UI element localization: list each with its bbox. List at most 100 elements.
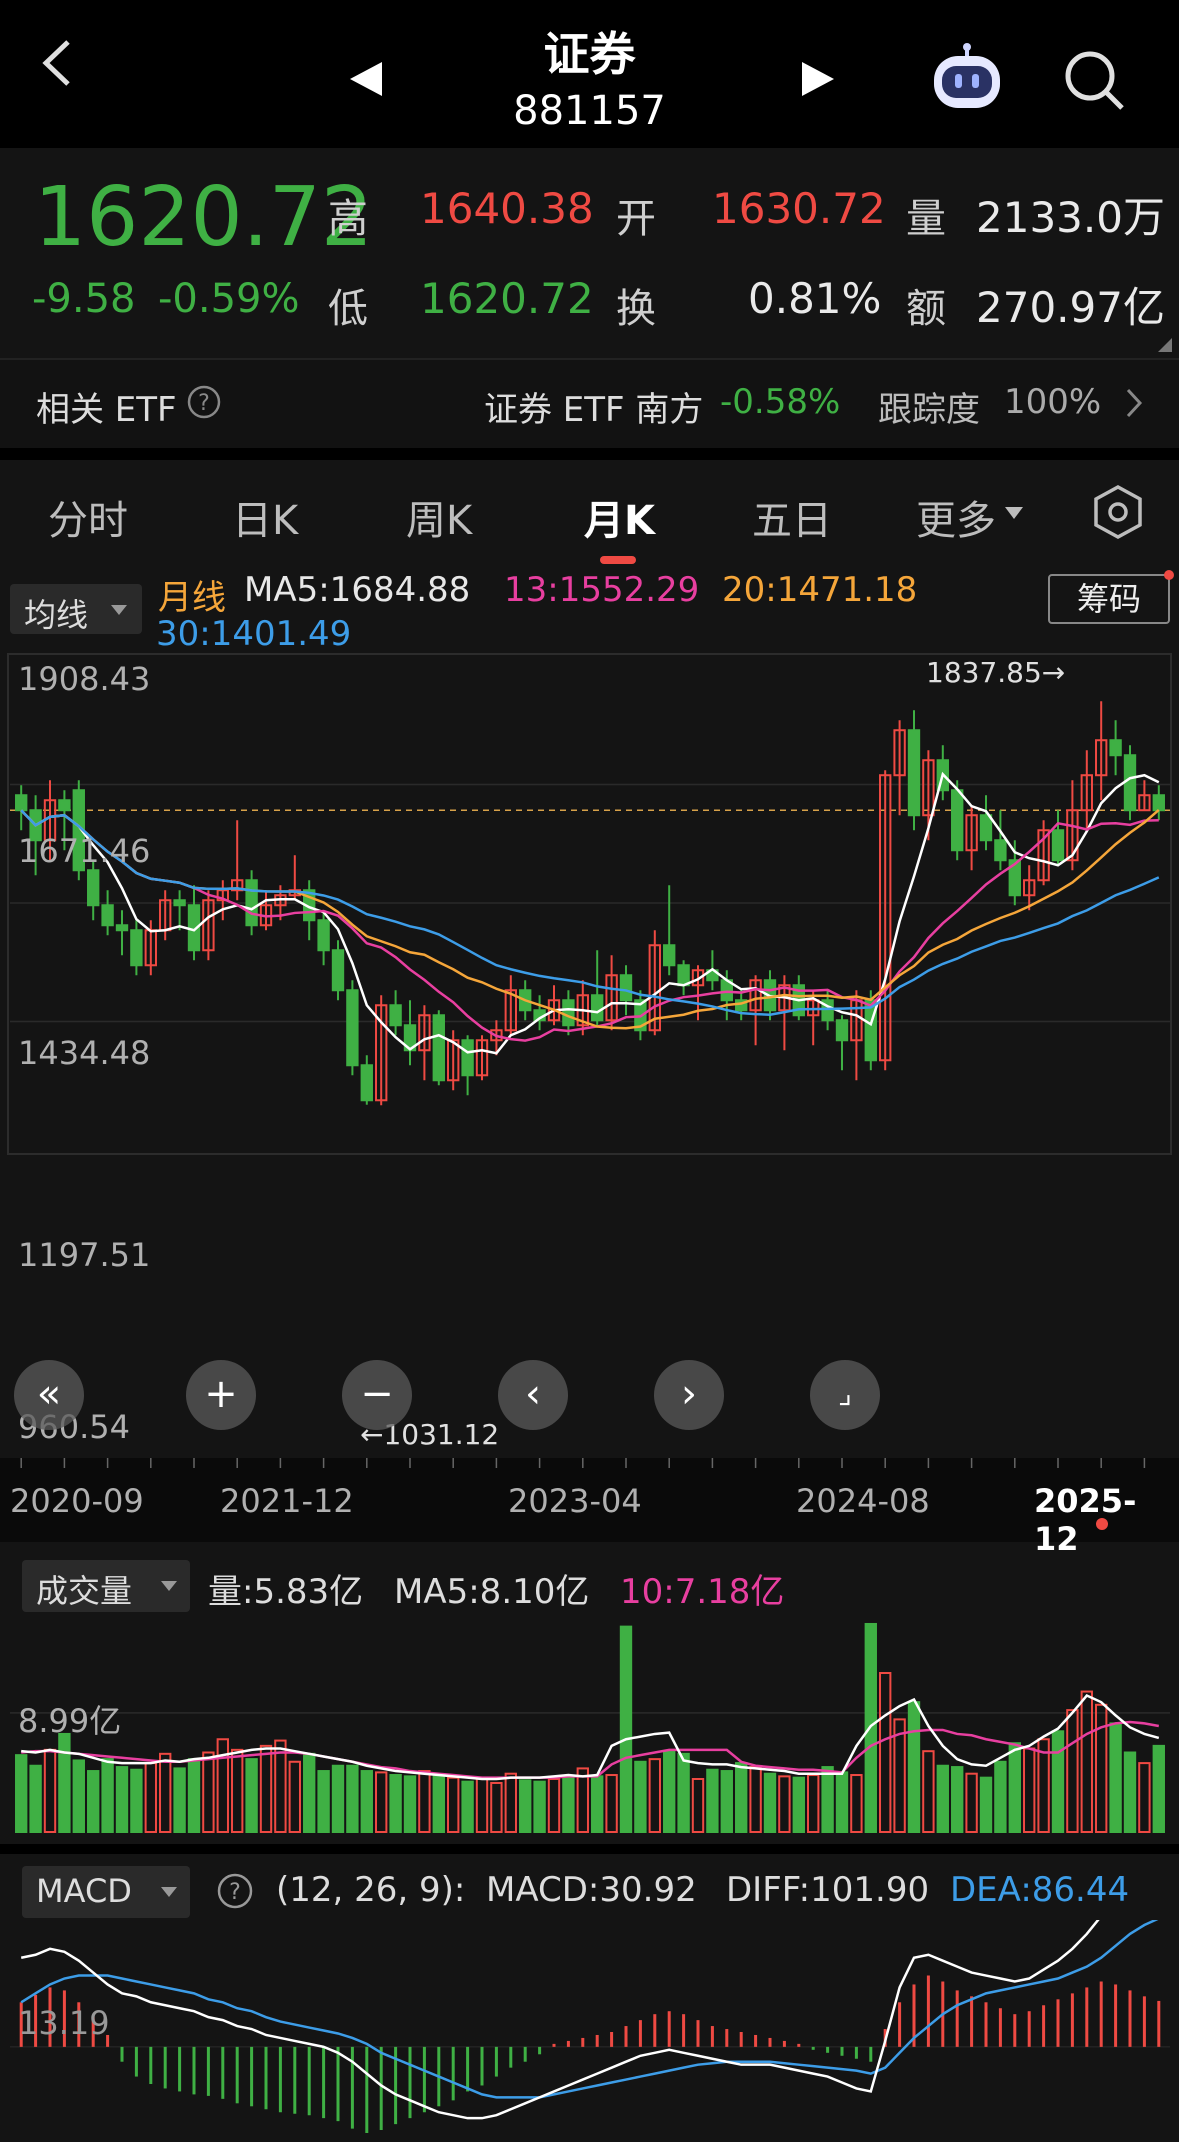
- candle: [58, 799, 71, 812]
- diff-line: [20, 1920, 1100, 2120]
- volume-bar: [15, 1754, 28, 1833]
- volume-bar: [1152, 1744, 1165, 1833]
- volume-bar: [749, 1766, 762, 1833]
- fullscreen-button[interactable]: ⌟: [810, 1360, 880, 1430]
- candle: [835, 1019, 849, 1042]
- tab-monthly-k[interactable]: 月K: [584, 488, 655, 546]
- macd-y-tick: 13.19: [18, 2004, 110, 2042]
- volume-chart[interactable]: [0, 1610, 1179, 1835]
- volume-bar: [389, 1774, 402, 1833]
- svg-text:?: ?: [229, 1880, 241, 1905]
- robot-icon[interactable]: [928, 42, 1006, 112]
- volume-bar: [1066, 1709, 1079, 1833]
- volume-bar: [1095, 1703, 1108, 1833]
- help-icon[interactable]: ?: [186, 384, 222, 420]
- ma-selector-label: 均线: [24, 596, 89, 634]
- zoom-in-button[interactable]: +: [186, 1360, 256, 1430]
- ma-selector[interactable]: 均线: [10, 584, 142, 634]
- track-label: 跟踪度: [878, 390, 980, 430]
- candle: [951, 789, 964, 852]
- notification-dot: [1164, 570, 1174, 580]
- volume-bar: [720, 1770, 733, 1834]
- candle: [15, 794, 28, 812]
- volume-bar: [907, 1701, 921, 1834]
- volume-bar: [202, 1751, 215, 1833]
- tab-more[interactable]: 更多: [916, 488, 996, 546]
- macd-selector-label: MACD: [36, 1872, 132, 1910]
- volume-bar: [778, 1775, 791, 1834]
- volume-bar: [173, 1767, 186, 1833]
- dea-line: [20, 1920, 1159, 2099]
- volume-bar: [187, 1758, 201, 1833]
- zoom-out-button[interactable]: −: [342, 1360, 412, 1430]
- volume-bar: [87, 1770, 100, 1834]
- triangle-right-icon[interactable]: [800, 60, 836, 98]
- help-icon[interactable]: ?: [216, 1872, 254, 1910]
- settings-hexagon-icon[interactable]: [1092, 484, 1144, 540]
- volume-bar: [619, 1625, 633, 1833]
- amount-label: 额: [906, 286, 946, 332]
- candle: [317, 919, 330, 952]
- candle: [619, 974, 633, 1002]
- candle: [101, 904, 114, 927]
- candle: [331, 949, 345, 992]
- tab-intraday[interactable]: 分时: [48, 488, 128, 546]
- volume-bar: [763, 1772, 777, 1833]
- max-price-label: 1837.85→: [926, 656, 1066, 689]
- volume-bar: [216, 1738, 229, 1833]
- divider: [0, 1844, 1179, 1854]
- chip-button[interactable]: 筹码: [1048, 574, 1170, 624]
- candle: [907, 729, 921, 817]
- volume-bar: [792, 1776, 805, 1834]
- candle: [461, 1039, 474, 1077]
- volume-bar: [303, 1752, 316, 1833]
- candle: [87, 869, 100, 907]
- amount-value: 270.97亿: [976, 283, 1165, 332]
- ma5-value: MA5:1684.88: [244, 570, 471, 610]
- last-price: 1620.72: [34, 170, 374, 265]
- volume-bar: [418, 1770, 431, 1834]
- y-tick-label: 1197.51: [18, 1236, 151, 1274]
- search-icon[interactable]: [1062, 48, 1126, 112]
- candle: [994, 839, 1007, 862]
- candle: [130, 929, 143, 967]
- volume-bar: [130, 1768, 143, 1834]
- volume-bar: [591, 1775, 604, 1834]
- macd-chart[interactable]: [0, 1920, 1179, 2142]
- tab-weekly-k[interactable]: 周K: [406, 488, 472, 546]
- volume-current: 量:5.83亿: [208, 1572, 364, 1612]
- candlestick-chart[interactable]: [0, 650, 1179, 1160]
- volume-bar: [432, 1774, 445, 1833]
- chevron-right-icon: [1126, 388, 1143, 418]
- price-change: -9.58: [32, 276, 136, 322]
- ma-period: 月线: [158, 578, 226, 618]
- tab-daily-k[interactable]: 日K: [232, 488, 298, 546]
- turnover-value: 0.81%: [748, 274, 882, 323]
- volume-bar: [1051, 1730, 1065, 1833]
- candle: [346, 989, 359, 1067]
- volume-bar: [936, 1764, 949, 1833]
- volume-bar: [735, 1762, 748, 1834]
- candle: [663, 944, 676, 967]
- volume-bar: [994, 1760, 1007, 1833]
- scroll-left-button[interactable]: ‹: [498, 1360, 568, 1430]
- related-etf-row[interactable]: 相关 ETF ? 证券 ETF 南方 -0.58% 跟踪度 100%: [0, 358, 1179, 448]
- candle: [115, 924, 129, 932]
- volume-bar: [29, 1764, 42, 1833]
- volume-bar: [274, 1739, 287, 1833]
- scroll-right-button[interactable]: ›: [654, 1360, 724, 1430]
- low-label: 低: [328, 286, 368, 332]
- tab-five-day[interactable]: 五日: [752, 488, 832, 546]
- macd-selector[interactable]: MACD: [22, 1866, 190, 1918]
- volume-bar: [144, 1762, 157, 1834]
- ma13-value: 13:1552.29: [504, 570, 700, 610]
- ma20-value: 20:1471.18: [722, 570, 918, 610]
- expand-corner-icon[interactable]: [1156, 336, 1174, 354]
- volume-bar: [821, 1766, 834, 1833]
- volume-bar: [375, 1771, 388, 1833]
- volume-selector[interactable]: 成交量: [22, 1560, 190, 1612]
- fast-back-button[interactable]: «: [14, 1360, 84, 1430]
- volume-bar: [605, 1774, 618, 1833]
- volume-bar: [922, 1750, 935, 1833]
- volume-selector-label: 成交量: [36, 1572, 133, 1610]
